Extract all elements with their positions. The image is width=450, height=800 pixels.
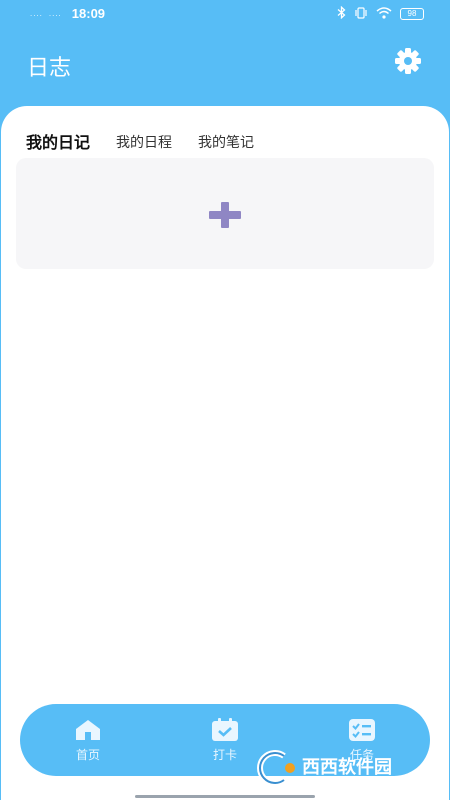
signal-icon: .... [30, 9, 43, 18]
status-right: 98 [337, 5, 424, 22]
watermark: 西西软件园 CR173.COM [254, 745, 434, 791]
watermark-sub: CR173.COM [354, 775, 411, 785]
tab-my-notes[interactable]: 我的笔记 [198, 133, 254, 153]
vibrate-icon [354, 6, 368, 22]
tab-my-diary[interactable]: 我的日记 [26, 133, 90, 153]
calendar-check-icon [211, 718, 239, 742]
wifi-icon [376, 6, 392, 22]
tab-bar: 我的日记 我的日程 我的笔记 [26, 133, 280, 153]
status-left: .... .... 18:09 [30, 6, 105, 21]
plus-icon [209, 202, 241, 228]
status-time: 18:09 [71, 6, 106, 21]
status-bar: .... .... 18:09 98 [0, 0, 450, 28]
nav-item-home[interactable]: 首页 [58, 718, 118, 768]
battery-icon: 98 [400, 8, 424, 20]
signal-icon-2: .... [48, 9, 62, 18]
settings-button[interactable] [392, 48, 424, 78]
bluetooth-icon [337, 5, 346, 22]
watermark-logo-icon [257, 750, 295, 786]
task-list-icon [348, 718, 376, 742]
content-card: 我的日记 我的日程 我的笔记 [1, 106, 449, 800]
home-indicator[interactable] [135, 795, 315, 798]
gear-icon [393, 46, 423, 80]
nav-label-home: 首页 [75, 748, 100, 762]
nav-item-checkin[interactable]: 打卡 [195, 718, 255, 768]
page-title: 日志 [27, 56, 72, 81]
home-icon [74, 718, 102, 742]
add-diary-button[interactable] [16, 158, 434, 269]
tab-my-schedule[interactable]: 我的日程 [116, 133, 172, 153]
nav-label-checkin: 打卡 [212, 748, 237, 762]
